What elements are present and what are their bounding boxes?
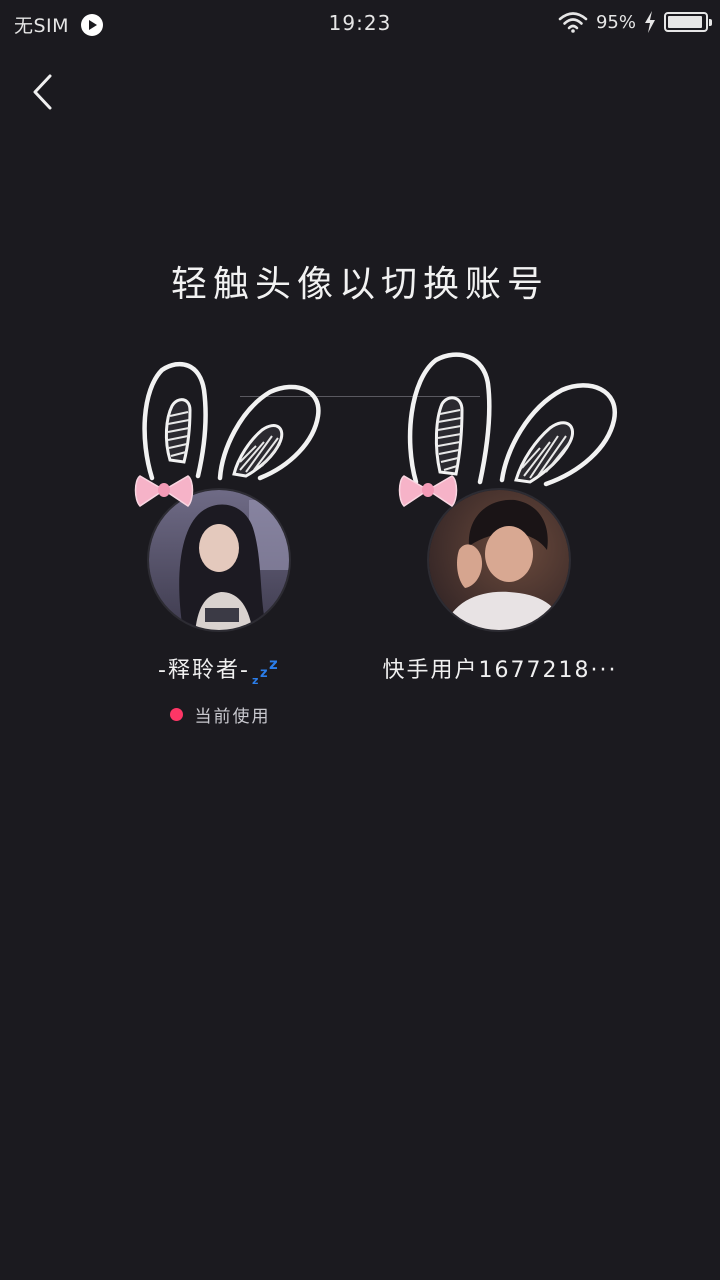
account-card-current[interactable]: -释聆者- z z z 当前使用	[100, 350, 340, 750]
account-name-other: 快手用户1677218···	[382, 658, 618, 683]
status-bar: 无SIM 19:23 95%	[0, 0, 720, 46]
account-name-current: -释聆者- z z z	[60, 652, 380, 686]
battery-fill	[668, 16, 703, 28]
svg-text:z: z	[269, 656, 280, 673]
page-title: 轻触头像以切换账号	[170, 264, 549, 305]
back-button[interactable]	[20, 68, 64, 116]
pink-bow-decoration	[134, 475, 194, 507]
battery-percent: 95%	[595, 11, 636, 33]
current-account-indicator: 当前使用	[100, 702, 340, 727]
zzz-icon: z z z	[252, 656, 280, 686]
status-bar-right: 95%	[558, 11, 712, 33]
status-dot	[169, 708, 183, 721]
account-name-text: -释聆者-	[158, 658, 250, 683]
charging-bolt-icon	[645, 11, 655, 33]
account-card-other[interactable]: 快手用户1677218···	[380, 350, 620, 750]
account-switch-screen: 无SIM 19:23 95% 轻触头像以切换账号 -释聆者- z z z 当前使…	[0, 0, 720, 1280]
wifi-icon	[558, 12, 588, 33]
chevron-left-icon	[33, 74, 52, 110]
battery-icon	[664, 12, 712, 32]
pink-bow-decoration	[398, 475, 458, 507]
status-text: 当前使用	[194, 707, 271, 727]
